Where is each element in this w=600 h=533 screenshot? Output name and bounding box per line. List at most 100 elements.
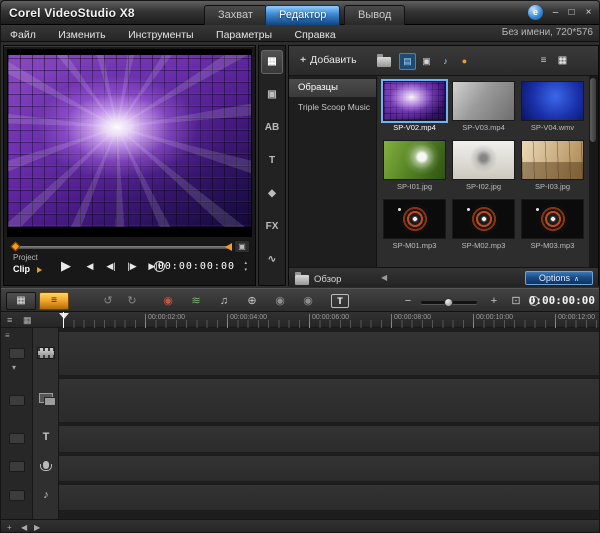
close-button[interactable]: × [581,6,596,19]
clip-mode-label[interactable]: Clip [13,264,30,274]
tab-output[interactable]: Вывод [344,5,405,25]
maximize-button[interactable]: □ [564,6,579,19]
ruler-mode-icon[interactable]: ▦ [23,314,32,326]
timecode-spin-up-icon[interactable]: ▴ [244,261,247,266]
folder-item-samples[interactable]: Образцы [289,79,376,97]
filter-audio-icon[interactable]: ♪ [437,53,454,70]
redo-icon[interactable]: ↻ [121,292,143,310]
music-track-row[interactable] [59,484,599,511]
minimize-button[interactable]: – [548,6,563,19]
playhead-line[interactable] [63,312,64,328]
thumbnail-video [452,81,515,121]
filter-video-icon[interactable]: ▤ [399,53,416,70]
menu-options[interactable]: Параметры [207,27,281,43]
nav-media-icon[interactable]: ▦ [261,50,283,74]
video-track-row[interactable] [59,331,599,376]
nav-graphic-icon[interactable]: ◆ [261,182,283,206]
filter-web-icon[interactable]: ● [456,53,473,70]
library-scrollbar[interactable] [589,76,598,267]
sound-mixer-icon[interactable]: ≋ [185,292,207,310]
voice-track-icon[interactable] [36,459,56,469]
browse-button[interactable]: Обзор [295,271,341,285]
track-transparency-icon[interactable]: ◉ [269,292,291,310]
timeline-ruler[interactable]: ≡ ▦ 00:00:02:00 00:00:04:00 00:00:06:00 … [1,312,600,328]
music-track-icon[interactable]: ♪ [36,488,56,502]
menu-tools[interactable]: Инструменты [119,27,202,43]
home-button[interactable]: ◀ [80,256,100,276]
timeline-view-button[interactable]: ≡ [39,292,69,310]
project-mode-label[interactable]: Project [13,253,38,262]
nav-motion-icon[interactable]: ∿ [261,248,283,272]
library-item[interactable]: SP-M03.mp3 [521,199,584,250]
library-item[interactable]: SP-I03.jpg [521,140,584,191]
zoom-out-icon[interactable]: − [397,292,419,310]
fit-project-icon[interactable]: ⊡ [505,292,527,310]
ripple-edit-icon[interactable]: ◉ [297,292,319,310]
play-button[interactable]: ▶ [56,256,76,276]
overlay-track-icon[interactable] [36,393,56,403]
add-track-icon[interactable]: + [7,523,12,532]
storyboard-view-button[interactable]: ▦ [6,292,36,310]
nav-title-icon[interactable]: T [261,149,283,173]
folder-item-triple-scoop[interactable]: Triple Scoop Music [289,98,376,116]
auto-music-icon[interactable]: ♫ [213,292,235,310]
overlay-track-row[interactable] [59,378,599,423]
previous-frame-button[interactable]: ◀| [101,256,121,276]
help-icon[interactable]: e [528,5,543,20]
options-button[interactable]: Options∧ [525,271,593,285]
nav-instant-project-icon[interactable]: ▣ [261,83,283,107]
scroll-right-icon[interactable]: ▶ [34,523,40,532]
menu-file[interactable]: Файл [1,27,45,43]
tab-capture[interactable]: Захват [204,5,267,25]
scrubber-track[interactable] [12,246,232,249]
trim-end-handle[interactable] [225,243,232,251]
track-manager-icon[interactable]: ≡ [7,314,12,326]
scrollbar-thumb[interactable] [590,78,596,142]
zoom-slider-thumb[interactable] [444,298,453,307]
library-item[interactable]: SP-V03.mp4 [452,81,515,132]
title-track-row[interactable] [59,425,599,453]
library-item[interactable]: SP-V04.wmv [521,81,584,132]
library-item[interactable]: SP-I02.jpg [452,140,515,191]
nav-transition-icon[interactable]: AB [261,116,283,140]
page-left-icon[interactable]: ◀ [381,273,387,282]
menu-edit[interactable]: Изменить [49,27,114,43]
menu-help[interactable]: Справка [285,27,344,43]
video-track-toggle[interactable] [9,348,25,359]
voice-track-toggle[interactable] [9,461,25,472]
title-track-icon[interactable]: T [36,430,56,444]
scroll-left-icon[interactable]: ◀ [21,523,27,532]
motion-tracking-icon[interactable]: ⊕ [241,292,263,310]
library-item[interactable]: SP-I01.jpg [383,140,446,191]
library-item[interactable]: SP-M02.mp3 [452,199,515,250]
zoom-in-icon[interactable]: + [483,292,505,310]
enlarge-preview-button[interactable]: ▣ [234,240,250,253]
undo-icon[interactable]: ↺ [97,292,119,310]
timecode-spin-down-icon[interactable]: ▾ [244,268,247,273]
video-track-icon[interactable] [36,347,56,359]
tab-editor[interactable]: Редактор [265,5,340,25]
grid-view-icon[interactable]: ▦ [554,53,571,70]
library-item[interactable]: SP-V02.mp4 [383,81,446,132]
overlay-track-toggle[interactable] [9,395,25,406]
track-expand-icon[interactable]: ≡ [5,332,10,340]
voice-track-row[interactable] [59,455,599,482]
list-view-icon[interactable]: ≡ [535,53,552,70]
next-frame-button[interactable]: |▶ [122,256,142,276]
record-capture-icon[interactable]: ◉ [157,292,179,310]
preview-scrubber[interactable] [12,242,232,252]
filter-photo-icon[interactable]: ▣ [418,53,435,70]
collapse-track-icon[interactable]: ▾ [12,364,16,372]
library-item[interactable]: SP-M01.mp3 [383,199,446,250]
playhead-handle[interactable] [59,313,69,319]
preview-timecode[interactable]: 00:00:00:00 [158,261,235,272]
subtitle-editor-button[interactable]: T [331,294,349,308]
nav-filter-icon[interactable]: FX [261,215,283,239]
music-track-toggle[interactable] [9,490,25,501]
title-track-toggle[interactable] [9,433,25,444]
trim-start-handle[interactable] [11,242,21,252]
preview-video-frame [8,55,251,227]
folder-icon[interactable] [377,57,391,67]
add-button[interactable]: +Добавить [294,52,365,70]
zoom-slider[interactable] [421,301,477,304]
